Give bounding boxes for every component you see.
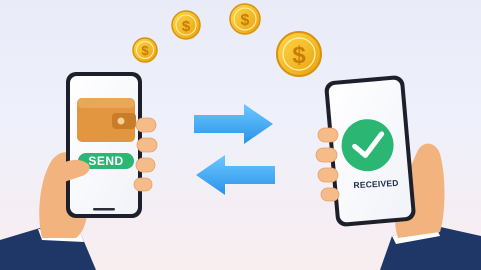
dollar-coin-icon: $ xyxy=(229,3,261,35)
svg-text:$: $ xyxy=(141,43,149,58)
transfer-illustration: $ $ $ $ SEND RECEIVED xyxy=(0,0,481,270)
svg-text:$: $ xyxy=(241,12,250,29)
arrow-left-icon xyxy=(196,155,275,195)
sender-phone xyxy=(66,72,142,218)
svg-text:$: $ xyxy=(182,18,191,35)
dollar-coin-icon: $ xyxy=(132,37,158,63)
receiver-phone xyxy=(324,75,416,227)
svg-text:$: $ xyxy=(292,42,306,69)
wallet-icon xyxy=(77,98,136,142)
dollar-coin-icon: $ xyxy=(171,10,201,40)
arrow-right-icon xyxy=(194,104,273,144)
dollar-coin-icon: $ xyxy=(276,31,322,77)
send-button-label: SEND xyxy=(88,154,124,168)
